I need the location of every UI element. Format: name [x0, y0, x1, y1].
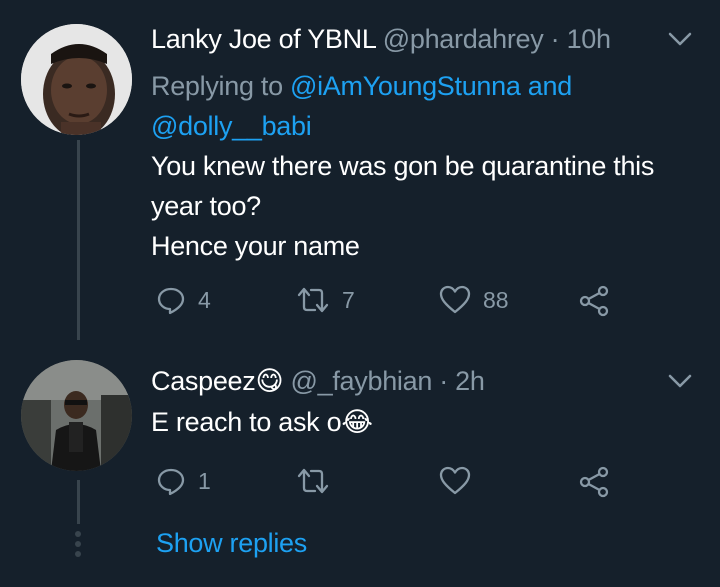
retweet-count: 7: [342, 286, 355, 313]
user-handle[interactable]: @phardahrey: [383, 24, 544, 54]
thread-line: [77, 480, 80, 524]
avatar[interactable]: [21, 24, 132, 135]
separator: ·: [432, 366, 456, 396]
timestamp[interactable]: 2h: [455, 366, 485, 396]
tweet-text-line: E reach to ask o: [151, 407, 342, 437]
share-button[interactable]: [578, 285, 610, 317]
tweet-2[interactable]: Caspeez😋 @_faybhian · 2h E reach to ask …: [0, 340, 720, 587]
chevron-down-icon[interactable]: [667, 372, 693, 390]
timestamp[interactable]: 10h: [567, 24, 611, 54]
display-name[interactable]: Lanky Joe of YBNL: [151, 24, 376, 54]
reply-icon: [157, 468, 185, 496]
reply-icon: [157, 287, 185, 315]
replying-and[interactable]: and: [521, 71, 572, 101]
mention-link[interactable]: @dolly__babi: [151, 111, 312, 141]
reply-count: 4: [198, 286, 211, 313]
retweet-button[interactable]: 7: [296, 285, 355, 315]
user-handle[interactable]: @_faybhian: [291, 366, 433, 396]
tweet-text-line: You knew there was gon be quarantine thi…: [151, 151, 655, 181]
share-icon: [579, 285, 609, 317]
text-emoji: 😂: [341, 407, 373, 437]
replying-to: Replying to @iAmYoungStunna and @dolly__…: [151, 66, 572, 146]
tweet-text-line: Hence your name: [151, 231, 360, 261]
like-icon: [439, 466, 471, 495]
show-replies-link[interactable]: Show replies: [156, 528, 307, 559]
like-button[interactable]: 88: [439, 285, 509, 315]
thread-dots: [75, 531, 81, 561]
reply-button[interactable]: 1: [156, 466, 211, 496]
share-button[interactable]: [578, 466, 610, 498]
thread-line: [77, 140, 80, 340]
like-button[interactable]: [439, 466, 471, 496]
thread-dot: [75, 531, 81, 537]
share-icon: [579, 466, 609, 498]
retweet-button[interactable]: [296, 466, 330, 496]
like-icon: [439, 285, 471, 314]
reply-count: 1: [198, 467, 211, 494]
retweet-icon: [297, 468, 329, 494]
thread-dot: [75, 551, 81, 557]
name-emoji: 😋: [255, 366, 284, 396]
replying-prefix: Replying to: [151, 71, 290, 101]
tweet-text-line: year too?: [151, 191, 261, 221]
tweet-text: You knew there was gon be quarantine thi…: [151, 146, 654, 266]
thread-dot: [75, 541, 81, 547]
tweet-header: Lanky Joe of YBNL @phardahrey · 10h: [151, 24, 611, 55]
mention-link[interactable]: @iAmYoungStunna: [290, 71, 521, 101]
like-count: 88: [483, 286, 509, 313]
display-name[interactable]: Caspeez: [151, 366, 256, 396]
tweet-header: Caspeez😋 @_faybhian · 2h: [151, 366, 485, 397]
avatar-photo: [21, 360, 132, 471]
tweet-1[interactable]: Lanky Joe of YBNL @phardahrey · 10h Repl…: [0, 0, 720, 340]
reply-button[interactable]: 4: [156, 285, 211, 315]
retweet-icon: [297, 287, 329, 313]
chevron-down-icon[interactable]: [667, 30, 693, 48]
avatar[interactable]: [21, 360, 132, 471]
separator: ·: [543, 24, 567, 54]
tweet-text: E reach to ask o😂: [151, 402, 373, 442]
avatar-photo: [21, 24, 132, 135]
